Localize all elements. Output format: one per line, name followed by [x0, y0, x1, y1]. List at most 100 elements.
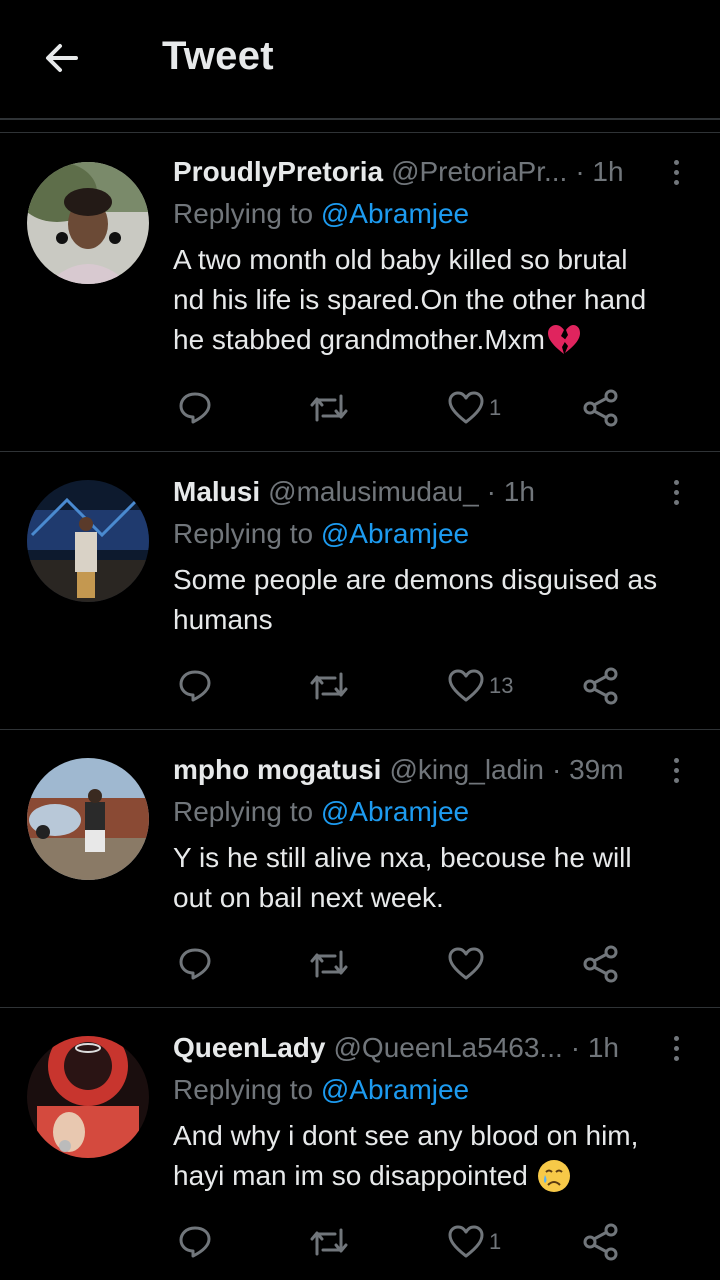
share-button[interactable] — [581, 1218, 621, 1266]
reply-button[interactable] — [177, 384, 213, 432]
tweet-actions: 13 — [173, 662, 653, 710]
handle[interactable]: @king_ladin — [389, 754, 544, 786]
like-count: 1 — [489, 1229, 502, 1254]
timestamp[interactable]: · 1h — [487, 476, 535, 508]
replying-to: Replying to @Abramjee — [173, 1074, 469, 1106]
like-button[interactable]: 1 — [447, 1218, 501, 1266]
reply-button[interactable] — [177, 1218, 213, 1266]
timestamp[interactable]: · 1h — [575, 156, 623, 188]
share-button[interactable] — [581, 384, 621, 432]
page-title: Tweet — [162, 34, 274, 78]
tweet-line: Y is he still alive nxa, becouse he will — [173, 842, 632, 873]
timestamp[interactable]: · 1h — [571, 1032, 619, 1064]
reply-button[interactable] — [177, 662, 213, 710]
heart-icon — [448, 669, 484, 702]
handle[interactable]: @PretoriaPr... — [391, 156, 567, 188]
reply-icon — [179, 392, 211, 424]
share-icon — [583, 389, 618, 427]
share-icon — [583, 667, 618, 705]
heart-icon — [448, 1225, 484, 1258]
tweet-line: And why i dont see any blood on him, — [173, 1120, 639, 1151]
avatar[interactable] — [27, 480, 149, 602]
reply-tweet[interactable]: QueenLady @QueenLa5463... · 1h Replying … — [0, 1008, 720, 1280]
replying-prefix: Replying to — [173, 796, 314, 827]
display-name[interactable]: Malusi — [173, 476, 260, 508]
arrow-left-icon — [46, 44, 78, 72]
replying-prefix: Replying to — [173, 518, 314, 549]
like-button[interactable]: 13 — [447, 662, 513, 710]
tweet-actions: 1 — [173, 1218, 653, 1266]
display-name[interactable]: QueenLady — [173, 1032, 325, 1064]
tweet-line: Some people are demons disguised as — [173, 564, 658, 595]
retweet-icon — [310, 394, 348, 422]
more-options-button[interactable] — [662, 472, 690, 512]
tweet-actions — [173, 940, 653, 988]
replying-to: Replying to @Abramjee — [173, 518, 469, 550]
tweet-line: nd his life is spared.On the other hand — [173, 284, 647, 315]
heart-icon — [448, 391, 484, 424]
handle[interactable]: @malusimudau_ — [268, 476, 479, 508]
tweet-text: Some people are demons disguised as huma… — [173, 560, 693, 640]
reply-tweet[interactable]: Malusi @malusimudau_ · 1h Replying to @A… — [0, 452, 720, 730]
like-button[interactable] — [447, 940, 489, 988]
tweet-header: mpho mogatusi @king_ladin · 39m — [173, 754, 693, 788]
tweet-line: he stabbed grandmother.Mxm — [173, 324, 545, 355]
like-count: 1 — [489, 395, 502, 420]
tweet-header: Malusi @malusimudau_ · 1h — [173, 476, 693, 510]
tweet-line-with-emoji: hayi man im so disappointed — [173, 1156, 693, 1196]
retweet-icon — [310, 672, 348, 700]
reply-tweet[interactable]: ProudlyPretoria @PretoriaPr... · 1h Repl… — [0, 132, 720, 452]
top-bar: Tweet — [0, 0, 720, 118]
header-divider — [0, 118, 720, 120]
like-count: 13 — [489, 673, 514, 698]
mention-link[interactable]: @Abramjee — [321, 518, 469, 549]
retweet-icon — [310, 950, 348, 978]
retweet-button[interactable] — [309, 940, 349, 988]
tweet-header: ProudlyPretoria @PretoriaPr... · 1h — [173, 156, 693, 190]
share-icon — [583, 945, 618, 983]
reply-icon — [179, 1226, 211, 1258]
retweet-icon — [310, 1228, 348, 1256]
handle[interactable]: @QueenLa5463... — [333, 1032, 562, 1064]
retweet-button[interactable] — [309, 1218, 349, 1266]
tweet-line: A two month old baby killed so brutal — [173, 244, 628, 275]
reply-icon — [179, 948, 211, 980]
tweet-line: hayi man im so disappointed — [173, 1160, 528, 1191]
back-button[interactable] — [30, 28, 94, 88]
reply-tweet[interactable]: mpho mogatusi @king_ladin · 39m Replying… — [0, 730, 720, 1008]
tweet-line: out on bail next week. — [173, 882, 444, 913]
more-options-button[interactable] — [662, 152, 690, 192]
display-name[interactable]: mpho mogatusi — [173, 754, 381, 786]
crying-face-icon — [537, 1160, 570, 1192]
reply-button[interactable] — [177, 940, 213, 988]
tweet-text: A two month old baby killed so brutal nd… — [173, 240, 693, 360]
heart-icon — [448, 947, 484, 980]
mention-link[interactable]: @Abramjee — [321, 198, 469, 229]
like-button[interactable]: 1 — [447, 384, 501, 432]
mention-link[interactable]: @Abramjee — [321, 796, 469, 827]
retweet-button[interactable] — [309, 384, 349, 432]
broken-heart-icon — [547, 325, 580, 354]
replying-prefix: Replying to — [173, 198, 314, 229]
tweet-line-with-emoji: he stabbed grandmother.Mxm — [173, 320, 693, 360]
mention-link[interactable]: @Abramjee — [321, 1074, 469, 1105]
retweet-button[interactable] — [309, 662, 349, 710]
more-options-button[interactable] — [662, 1028, 690, 1068]
tweet-header: QueenLady @QueenLa5463... · 1h — [173, 1032, 693, 1066]
avatar[interactable] — [27, 758, 149, 880]
share-icon — [583, 1223, 618, 1261]
tweet-text: Y is he still alive nxa, becouse he will… — [173, 838, 693, 918]
replying-prefix: Replying to — [173, 1074, 314, 1105]
tweet-actions: 1 — [173, 384, 653, 432]
avatar[interactable] — [27, 1036, 149, 1158]
avatar[interactable] — [27, 162, 149, 284]
reply-icon — [179, 670, 211, 702]
more-options-button[interactable] — [662, 750, 690, 790]
display-name[interactable]: ProudlyPretoria — [173, 156, 383, 188]
share-button[interactable] — [581, 940, 621, 988]
tweet-text: And why i dont see any blood on him, hay… — [173, 1116, 693, 1196]
tweet-line: humans — [173, 604, 273, 635]
timestamp[interactable]: · 39m — [552, 754, 624, 786]
share-button[interactable] — [581, 662, 621, 710]
replying-to: Replying to @Abramjee — [173, 796, 469, 828]
